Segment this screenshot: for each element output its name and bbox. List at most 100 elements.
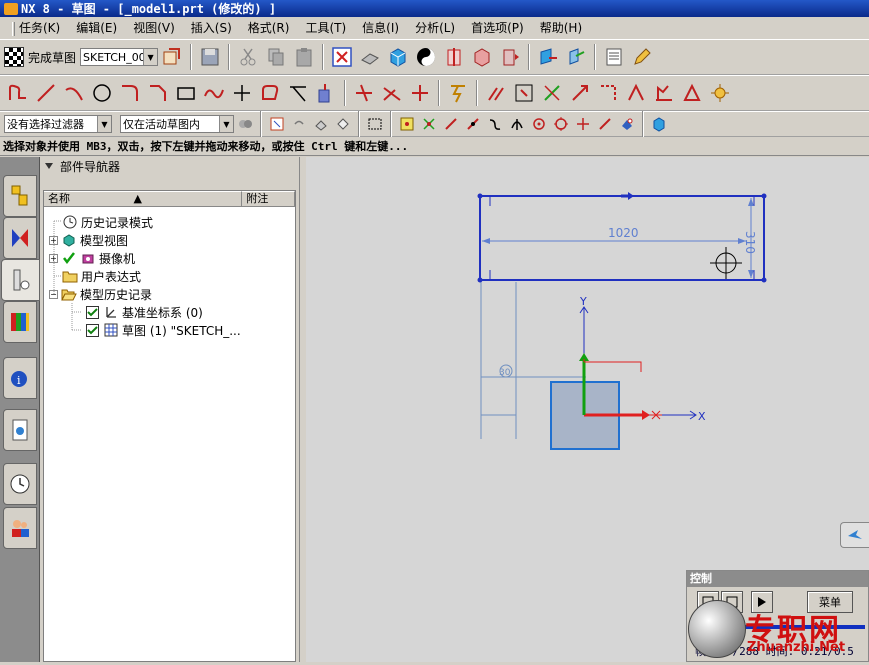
- alternate-solution-button[interactable]: [623, 80, 649, 106]
- wcs-orient-button[interactable]: [563, 44, 589, 70]
- infer-settings-button[interactable]: [679, 80, 705, 106]
- finish-sketch-button[interactable]: 完成草图: [4, 47, 76, 67]
- web-browser-tab[interactable]: [3, 409, 37, 451]
- assembly-navigator-tab[interactable]: [3, 175, 37, 217]
- menu-format[interactable]: 格式(R): [240, 18, 298, 38]
- part-navigator-tab[interactable]: [1, 259, 40, 301]
- rectangle-button[interactable]: [173, 80, 199, 106]
- snap-end-button[interactable]: [441, 114, 461, 134]
- offset-button[interactable]: [257, 80, 283, 106]
- column-note-header[interactable]: 附注: [242, 191, 295, 206]
- menu-analysis[interactable]: 分析(L): [407, 18, 463, 38]
- line-button[interactable]: [33, 80, 59, 106]
- layer-button[interactable]: [601, 44, 627, 70]
- dimension-height[interactable]: 310: [743, 198, 757, 278]
- fit-view-button[interactable]: [329, 44, 355, 70]
- quick-trim-button[interactable]: [351, 80, 377, 106]
- snap-intersect-button[interactable]: [507, 114, 527, 134]
- constraint-navigator-tab[interactable]: [3, 217, 37, 259]
- menu-view[interactable]: 视图(V): [125, 18, 183, 38]
- collapse-icon[interactable]: −: [49, 289, 58, 299]
- snap-on-surface-button[interactable]: [617, 114, 637, 134]
- menu-help[interactable]: 帮助(H): [532, 18, 590, 38]
- snap-curve-button[interactable]: [485, 114, 505, 134]
- rectangle-select-button[interactable]: [365, 114, 385, 134]
- arc-button[interactable]: [61, 80, 87, 106]
- make-corner-button[interactable]: [407, 80, 433, 106]
- tree-item-cameras[interactable]: + 摄像机: [49, 249, 135, 267]
- update-model-button[interactable]: [707, 80, 733, 106]
- history-tab[interactable]: [3, 463, 37, 505]
- expand-icon[interactable]: +: [49, 253, 58, 263]
- cut-button[interactable]: [235, 44, 261, 70]
- snap-mid-button[interactable]: [463, 114, 483, 134]
- section-view-button[interactable]: [441, 44, 467, 70]
- tree-item-datum-csys[interactable]: 基准坐标系 (0): [84, 303, 203, 321]
- column-name-header[interactable]: 名称 ▲: [44, 191, 243, 206]
- section-toggle-button[interactable]: [497, 44, 523, 70]
- menu-insert[interactable]: 插入(S): [183, 18, 240, 38]
- roles-tab[interactable]: [3, 507, 37, 549]
- auto-constrain-button[interactable]: [511, 80, 537, 106]
- save-button[interactable]: [197, 44, 223, 70]
- edit-object-button[interactable]: [629, 44, 655, 70]
- paste-button[interactable]: [291, 44, 317, 70]
- general-select-button[interactable]: [267, 114, 287, 134]
- tree-item-history-mode[interactable]: 历史记录模式: [62, 213, 153, 231]
- tree-item-model-views[interactable]: + 模型视图: [49, 231, 128, 249]
- selection-filter-select[interactable]: 没有选择过滤器 ▼: [4, 115, 112, 133]
- menu-info[interactable]: 信息(I): [354, 18, 407, 38]
- circle-button[interactable]: [89, 80, 115, 106]
- menu-edit[interactable]: 编辑(E): [68, 18, 125, 38]
- profile-button[interactable]: [5, 80, 31, 106]
- auto-dimension-button[interactable]: [445, 80, 471, 106]
- snap-center-button[interactable]: [529, 114, 549, 134]
- show-constraints-button[interactable]: [539, 80, 565, 106]
- sketch-name-select[interactable]: SKETCH_000 ▼: [80, 48, 159, 66]
- tree-item-sketch[interactable]: 草图 (1) "SKETCH_...: [84, 321, 241, 339]
- menu-preferences[interactable]: 首选项(P): [463, 18, 532, 38]
- snap-on-curve-button[interactable]: [595, 114, 615, 134]
- delay-evaluation-button[interactable]: [651, 80, 677, 106]
- reuse-library-tab[interactable]: [3, 301, 37, 343]
- fillet-button[interactable]: [117, 80, 143, 106]
- point-button[interactable]: [229, 80, 255, 106]
- orient-view-button[interactable]: [357, 44, 383, 70]
- dropdown-triangle-icon[interactable]: [45, 163, 53, 173]
- tree-item-model-history[interactable]: − 模型历史记录: [49, 285, 152, 303]
- derived-line-button[interactable]: [285, 80, 311, 106]
- wcs-button[interactable]: [535, 44, 561, 70]
- shaded-view-button[interactable]: [385, 44, 411, 70]
- selection-scope-select[interactable]: 仅在活动草图内 ▼: [120, 115, 234, 133]
- menu-task[interactable]: 任务(K): [4, 18, 68, 38]
- sketch-plane-button[interactable]: [159, 44, 185, 70]
- checkbox-checked-icon[interactable]: [85, 323, 99, 337]
- snap-endpoint-button[interactable]: [397, 114, 417, 134]
- type-filter-button[interactable]: [235, 114, 255, 134]
- expand-icon[interactable]: +: [49, 235, 58, 245]
- animate-dimension-button[interactable]: [567, 80, 593, 106]
- body-select-button[interactable]: [333, 114, 353, 134]
- convert-reference-button[interactable]: [595, 80, 621, 106]
- constraints-button[interactable]: [483, 80, 509, 106]
- copy-button[interactable]: [263, 44, 289, 70]
- menu-tools[interactable]: 工具(T): [297, 18, 354, 38]
- clip-section-button[interactable]: [469, 44, 495, 70]
- project-curve-button[interactable]: [313, 80, 339, 106]
- chamfer-button[interactable]: [145, 80, 171, 106]
- snap-quadrant-button[interactable]: [551, 114, 571, 134]
- snap-existing-point-button[interactable]: [573, 114, 593, 134]
- dimension-height-label[interactable]: 310: [743, 231, 757, 254]
- feature-select-button[interactable]: [311, 114, 331, 134]
- dimension-width[interactable]: 1020: [482, 226, 746, 244]
- collapse-panel-tab[interactable]: [840, 522, 869, 548]
- dimension-width-label[interactable]: 1020: [608, 226, 639, 240]
- polygon-button[interactable]: [201, 80, 227, 106]
- checkbox-checked-icon[interactable]: [85, 305, 99, 319]
- quick-extend-button[interactable]: [379, 80, 405, 106]
- select-bodies-button[interactable]: [649, 114, 669, 134]
- sketch-style-button[interactable]: [413, 44, 439, 70]
- tree-item-user-expressions[interactable]: 用户表达式: [62, 267, 141, 285]
- snap-control-button[interactable]: [419, 114, 439, 134]
- hd3d-tools-tab[interactable]: i: [3, 357, 37, 399]
